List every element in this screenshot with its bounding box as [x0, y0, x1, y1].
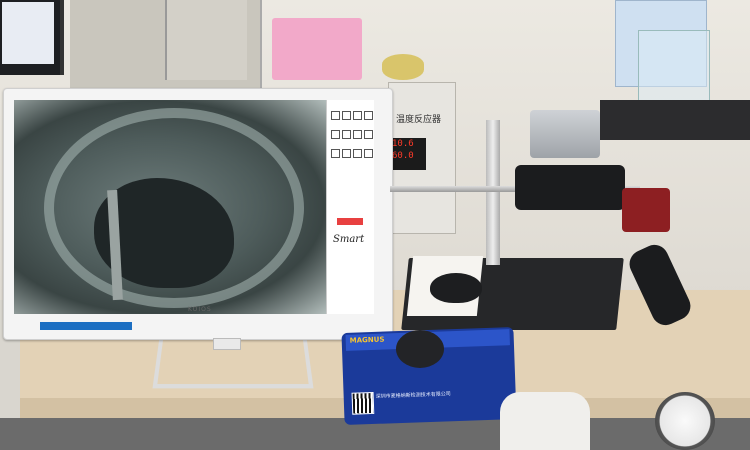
- microscope-view: [14, 100, 326, 314]
- record-button[interactable]: [337, 218, 363, 225]
- glass-tank: [638, 30, 710, 102]
- tool-icon[interactable]: [353, 111, 362, 120]
- sample-chamber: [530, 110, 600, 158]
- software-tool-panel: Smart: [326, 100, 374, 314]
- microscope-camera: [622, 188, 670, 232]
- tool-icon[interactable]: [331, 130, 340, 139]
- mouse-on-plate: [430, 273, 482, 303]
- tool-icon-grid: [330, 106, 374, 163]
- monitor-stand-neck: [213, 338, 241, 350]
- back-bench: [600, 100, 750, 140]
- pressure-gauge: [655, 392, 715, 450]
- mousepad-footer-text: 深圳市麦格纳斯检测技术有限公司: [375, 391, 451, 400]
- cleaning-cloth: [500, 392, 590, 450]
- background-monitor-screen: [2, 2, 54, 64]
- tool-icon[interactable]: [364, 149, 373, 158]
- tool-icon[interactable]: [342, 111, 351, 120]
- qr-code: [351, 391, 375, 415]
- tool-icon[interactable]: [331, 149, 340, 158]
- controller-readout-2: 60.0: [392, 151, 414, 161]
- software-logo: Smart: [333, 234, 365, 245]
- controller-display: 10.6 60.0: [390, 138, 426, 170]
- tape-roll: [382, 54, 424, 80]
- tool-icon[interactable]: [342, 130, 351, 139]
- tool-icon[interactable]: [353, 149, 362, 158]
- background-monitor: [0, 0, 64, 75]
- computer-mouse: [396, 330, 444, 368]
- tool-icon[interactable]: [342, 149, 351, 158]
- monitor-brand: KOIOS: [188, 306, 212, 313]
- monitor-sticker: [40, 322, 132, 330]
- lab-cabinet-door: [165, 0, 247, 80]
- microscope-head: [515, 165, 625, 210]
- tool-icon[interactable]: [331, 111, 340, 120]
- tool-icon[interactable]: [364, 111, 373, 120]
- controller-readout-1: 10.6: [392, 139, 414, 149]
- microscope-pole: [486, 120, 500, 265]
- tool-icon[interactable]: [353, 130, 362, 139]
- controller-label: 温度反应器: [396, 115, 442, 125]
- mousepad-brand: MAGNUS: [349, 335, 385, 345]
- tool-icon[interactable]: [364, 130, 373, 139]
- pink-foam-box: [272, 18, 362, 80]
- monitor-screen: Smart: [14, 100, 374, 314]
